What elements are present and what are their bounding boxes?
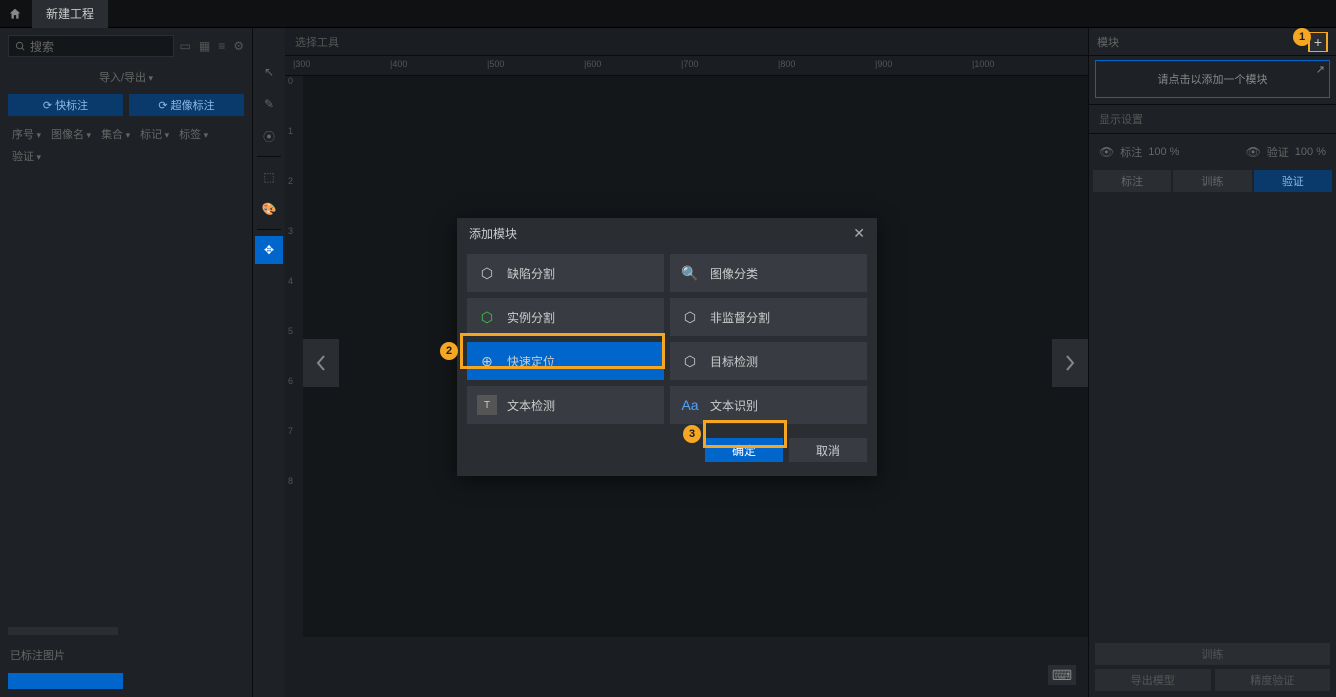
modules-title: 模块 <box>1097 34 1119 50</box>
callout-2-number: 2 <box>440 342 458 360</box>
export-model-button[interactable]: 导出模型 <box>1095 669 1211 691</box>
verify-visibility[interactable]: 👁 验证 100 % <box>1246 144 1326 160</box>
opt-defect-segmentation[interactable]: ⬡缺陷分割 <box>467 254 664 292</box>
filter-mark[interactable]: 标记 <box>136 124 173 144</box>
opt-image-classify[interactable]: 🔍图像分类 <box>670 254 867 292</box>
shape-tool[interactable]: ⬚ <box>255 163 283 191</box>
search-input[interactable]: 搜索 <box>8 35 174 57</box>
search-placeholder: 搜索 <box>30 38 54 55</box>
canvas-toolbar-title: 选择工具 <box>285 28 1088 56</box>
home-icon[interactable] <box>0 0 30 28</box>
quick-label-button[interactable]: ⟳ 快标注 <box>8 94 123 116</box>
left-panel: 搜索 ▭ ▦ ≡ ⚙ 导入/导出 ⟳ 快标注 ⟳ 超像标注 序号 图像名 集合 … <box>0 28 253 697</box>
scrollbar[interactable] <box>8 627 118 635</box>
progress-bar <box>8 673 123 689</box>
opt-text-recognize[interactable]: Aa文本识别 <box>670 386 867 424</box>
hex-icon: ⬡ <box>680 307 700 327</box>
ruler-vertical: 0 1 2 3 4 5 6 7 8 <box>285 76 303 637</box>
filter-bar: 序号 图像名 集合 标记 标签 验证 <box>0 124 252 172</box>
pointer-tool[interactable]: ↖ <box>255 58 283 86</box>
brush-tool[interactable]: ⦿ <box>255 122 283 150</box>
dialog-title: 添加模块 <box>469 225 517 242</box>
ruler-horizontal: |300 |400 |500 |600 |700 |800 |900 |1000 <box>285 56 1088 76</box>
add-module-button[interactable]: + <box>1310 33 1326 51</box>
hex-icon: ⬡ <box>477 307 497 327</box>
move-tool[interactable]: ✥ <box>255 236 283 264</box>
palette-tool[interactable]: 🎨 <box>255 195 283 223</box>
labeled-images-header: 已标注图片 <box>0 641 252 669</box>
text-icon: T <box>477 395 497 415</box>
grid-icon[interactable]: ▦ <box>199 39 210 53</box>
precision-verify-button[interactable]: 精度验证 <box>1215 669 1331 691</box>
keyboard-icon[interactable]: ⌨ <box>1048 665 1076 685</box>
callout-1-box: + <box>1308 32 1328 52</box>
opt-unsupervised-seg[interactable]: ⬡非监督分割 <box>670 298 867 336</box>
filter-index[interactable]: 序号 <box>8 124 45 144</box>
target-icon: ⊕ <box>477 351 497 371</box>
eye-icon: 👁 <box>1099 145 1114 159</box>
filter-name[interactable]: 图像名 <box>47 124 95 144</box>
filter-icon[interactable]: ⚙ <box>233 39 244 53</box>
callout-1-number: 1 <box>1293 28 1311 46</box>
filter-verify[interactable]: 验证 <box>8 146 45 166</box>
aa-icon: Aa <box>680 395 700 415</box>
tool-strip: ↖ ✎ ⦿ ⬚ 🎨 ✥ <box>253 28 285 697</box>
cancel-button[interactable]: 取消 <box>789 438 867 462</box>
top-tab-bar: 新建工程 <box>0 0 1336 28</box>
opt-text-detect[interactable]: T文本检测 <box>467 386 664 424</box>
prev-image-button[interactable] <box>303 339 339 387</box>
magnify-icon: 🔍 <box>680 263 700 283</box>
import-export-menu[interactable]: 导入/导出 <box>0 64 252 90</box>
pen-tool[interactable]: ✎ <box>255 90 283 118</box>
filter-tag[interactable]: 标签 <box>175 124 212 144</box>
next-image-button[interactable] <box>1052 339 1088 387</box>
hex-icon: ⬡ <box>680 351 700 371</box>
add-module-hint[interactable]: 请点击以添加一个模块 ↗ <box>1095 60 1330 98</box>
opt-object-detect[interactable]: ⬡目标检测 <box>670 342 867 380</box>
opt-instance-segmentation[interactable]: ⬡实例分割 <box>467 298 664 336</box>
tab-annotate[interactable]: 标注 <box>1093 170 1171 192</box>
add-module-dialog: 添加模块 ✕ ⬡缺陷分割 🔍图像分类 ⬡实例分割 ⬡非监督分割 ⊕快速定位 ⬡目… <box>457 218 877 476</box>
eye-icon: 👁 <box>1246 145 1261 159</box>
callout-3-number: 3 <box>683 425 701 443</box>
ok-button[interactable]: 确定 <box>705 438 783 462</box>
project-tab[interactable]: 新建工程 <box>32 0 108 28</box>
right-panel: 模块 + 请点击以添加一个模块 ↗ 显示设置 👁 标注 100 % 👁 验证 1… <box>1088 28 1336 697</box>
annotation-visibility[interactable]: 👁 标注 100 % <box>1099 144 1179 160</box>
tab-verify[interactable]: 验证 <box>1254 170 1332 192</box>
train-button[interactable]: 训练 <box>1095 643 1330 665</box>
folder-icon[interactable]: ▭ <box>180 39 191 53</box>
superpixel-label-button[interactable]: ⟳ 超像标注 <box>129 94 244 116</box>
tab-train[interactable]: 训练 <box>1173 170 1251 192</box>
filter-set[interactable]: 集合 <box>97 124 134 144</box>
list-icon[interactable]: ≡ <box>218 39 225 53</box>
close-icon[interactable]: ✕ <box>853 225 865 242</box>
display-settings-header: 显示设置 <box>1089 104 1336 134</box>
hex-icon: ⬡ <box>477 263 497 283</box>
opt-fast-locate[interactable]: ⊕快速定位 <box>467 342 664 380</box>
